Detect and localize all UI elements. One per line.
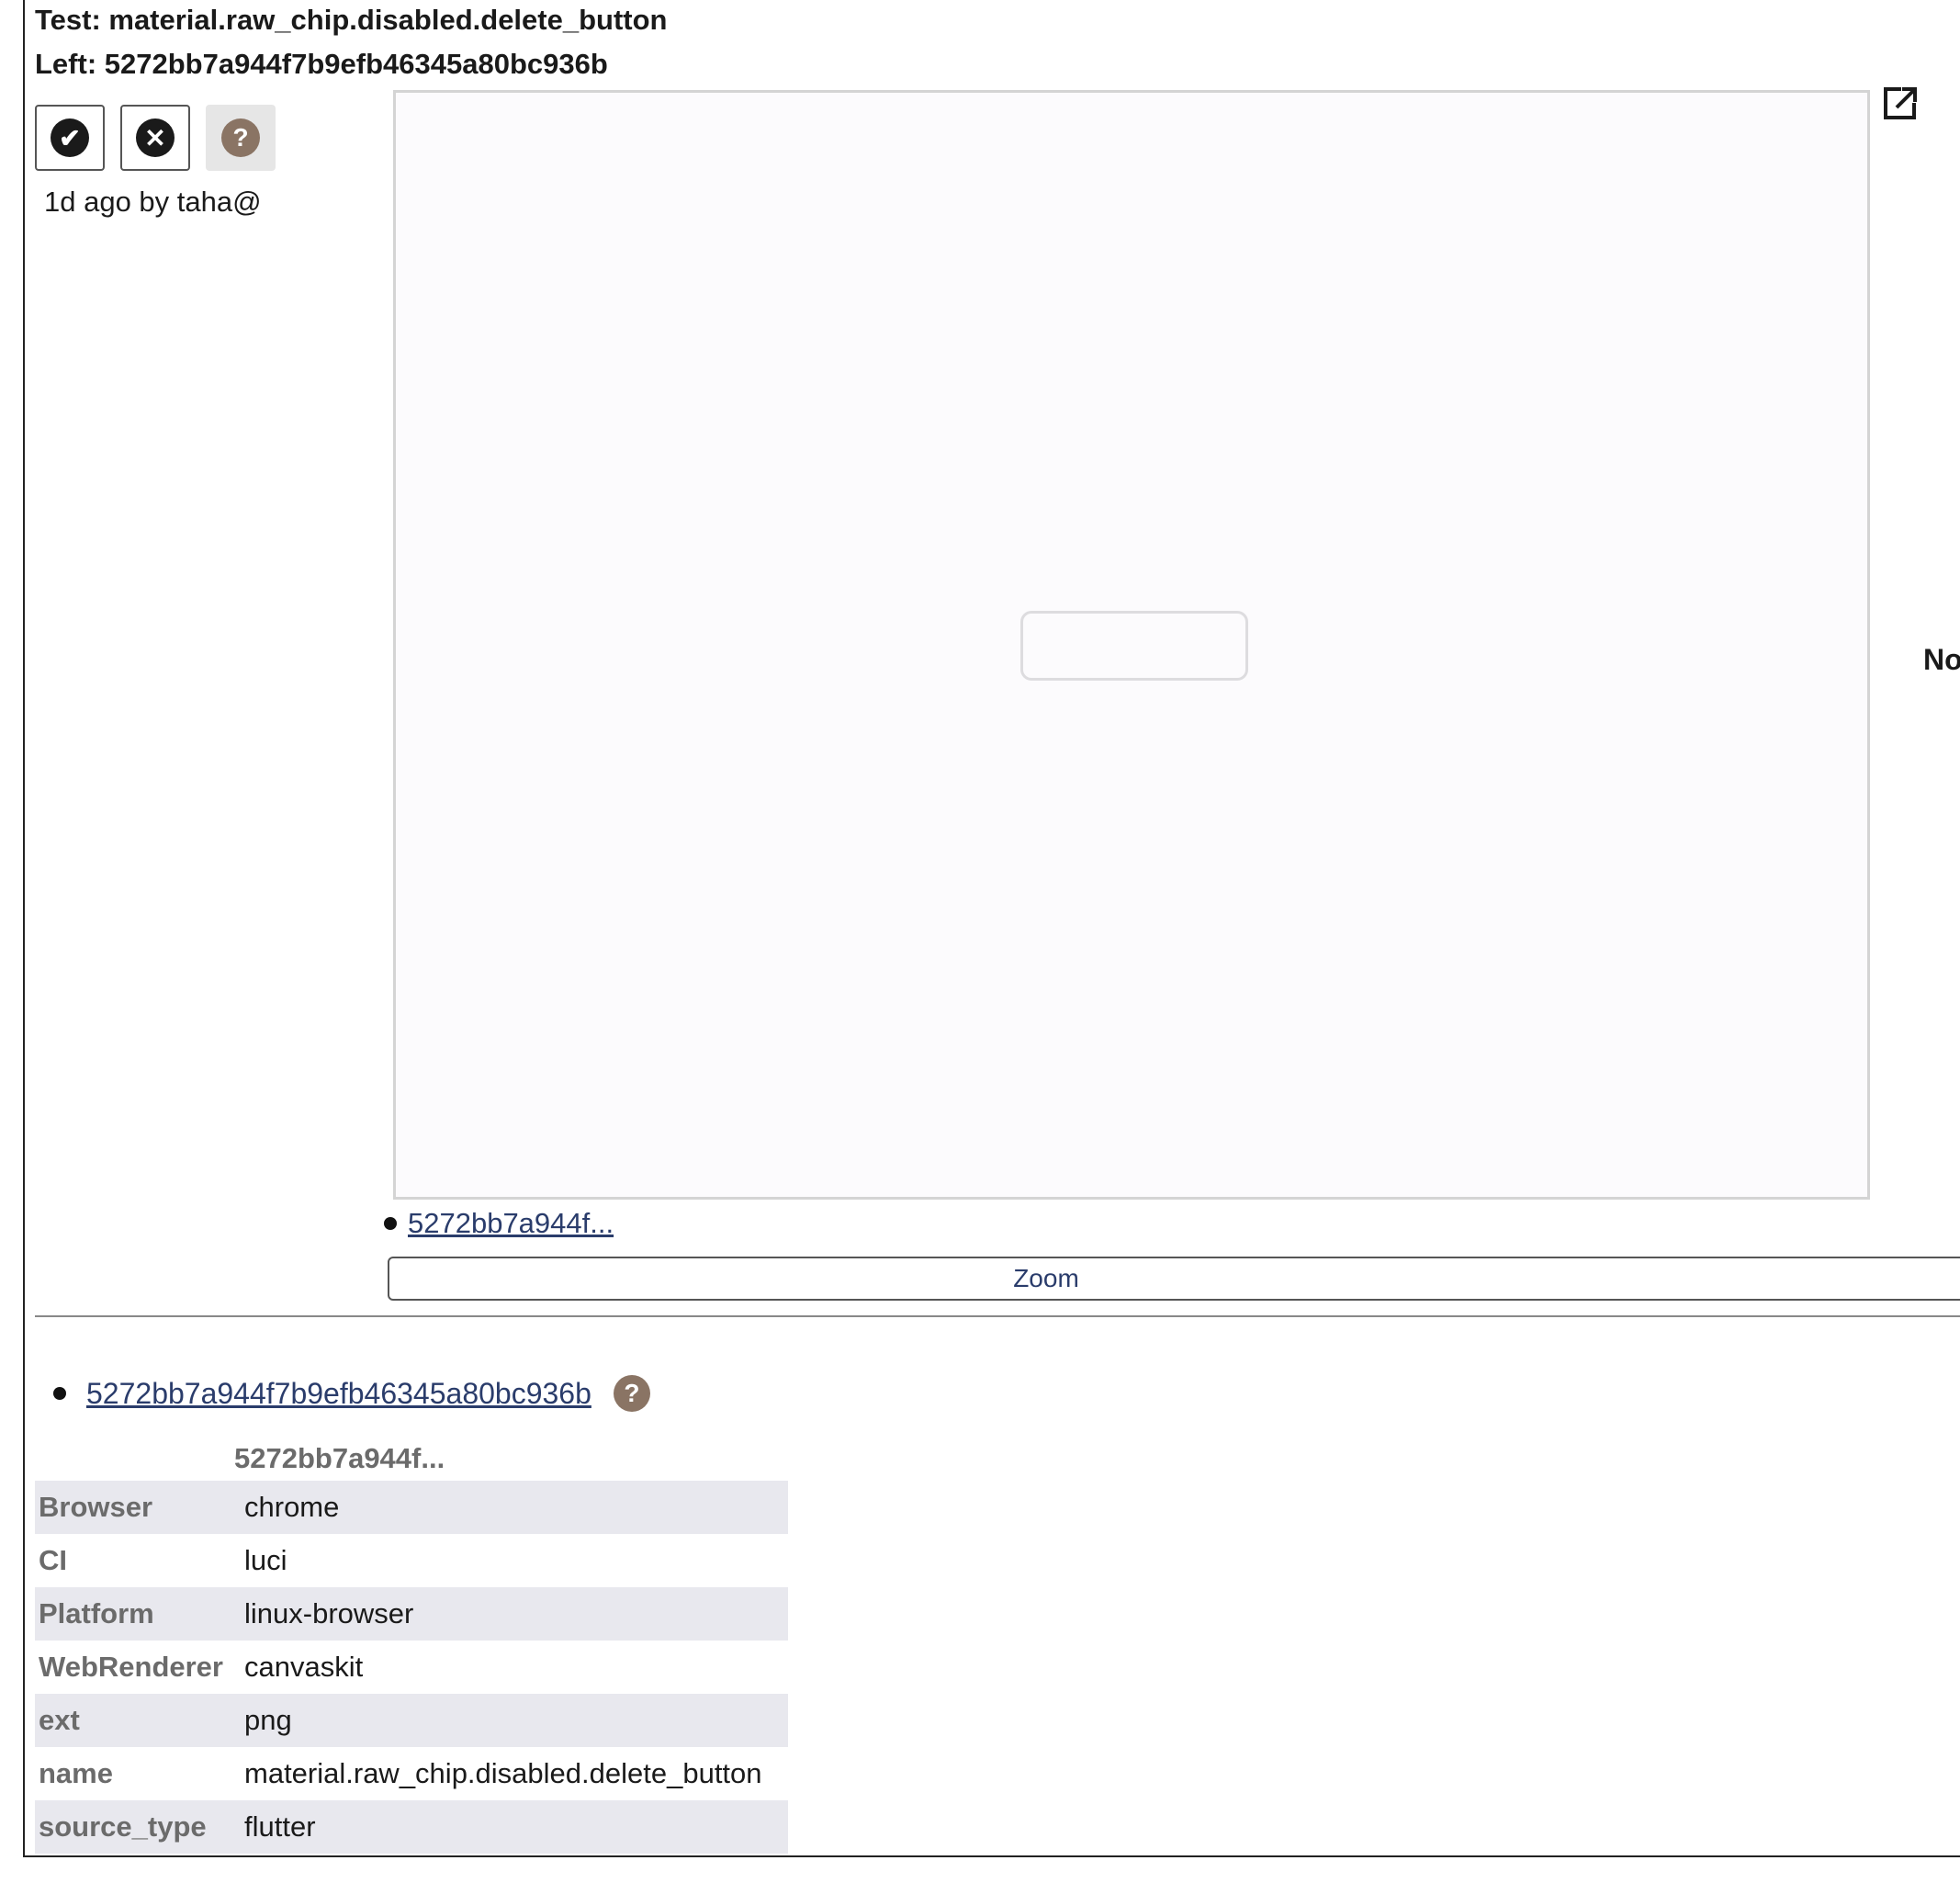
left-digest-title: Left: 5272bb7a944f7b9efb46345a80bc936b: [35, 48, 608, 80]
digest-list-item: 5272bb7a944f...: [384, 1207, 614, 1240]
help-circle-icon: ?: [221, 118, 260, 157]
table-row: ext png: [35, 1694, 788, 1747]
digest-short-link[interactable]: 5272bb7a944f...: [408, 1207, 614, 1240]
triage-negative-button[interactable]: ✕: [120, 105, 190, 171]
bullet-icon: [53, 1387, 66, 1400]
table-row: Platform linux-browser: [35, 1587, 788, 1641]
param-value: png: [241, 1694, 788, 1747]
param-key: Browser: [35, 1481, 241, 1534]
param-key: Platform: [35, 1587, 241, 1641]
table-row: source_type flutter: [35, 1800, 788, 1854]
param-value: canvaskit: [244, 1651, 364, 1683]
open-in-new-icon[interactable]: [1883, 85, 1920, 121]
section-divider: [35, 1315, 1960, 1317]
triage-history: 1d ago by taha@: [44, 186, 262, 218]
digest-full-link[interactable]: 5272bb7a944f7b9efb46345a80bc936b: [86, 1377, 591, 1411]
param-value: flutter: [241, 1800, 788, 1854]
bullet-icon: [384, 1217, 397, 1230]
param-value: luci: [244, 1544, 287, 1576]
triage-untriaged-button[interactable]: ?: [206, 105, 276, 171]
digest-detail-item: 5272bb7a944f7b9efb46345a80bc936b ?: [53, 1375, 650, 1412]
test-title: Test: material.raw_chip.disabled.delete_…: [35, 4, 668, 36]
chip-image-content: [1020, 611, 1248, 681]
close-circle-icon: ✕: [136, 118, 175, 157]
right-panel-partial-text: No: [1923, 643, 1960, 676]
param-value: material.raw_chip.disabled.delete_button: [244, 1757, 762, 1789]
table-row: Browser chrome: [35, 1481, 788, 1534]
param-value: linux-browser: [241, 1587, 788, 1641]
param-key: WebRenderer: [39, 1651, 223, 1683]
table-row: name material.raw_chip.disabled.delete_b…: [35, 1747, 788, 1800]
params-table: 5272bb7a944f... Browser chrome CI luci P…: [35, 1440, 788, 1854]
zoom-button[interactable]: Zoom: [388, 1257, 1960, 1301]
param-key: name: [39, 1757, 113, 1789]
param-key: CI: [39, 1544, 67, 1576]
params-column-header: 5272bb7a944f...: [234, 1442, 445, 1474]
check-circle-icon: ✔: [51, 118, 89, 157]
param-key: source_type: [35, 1800, 241, 1854]
table-row: WebRenderer canvaskit: [35, 1641, 788, 1694]
triage-positive-button[interactable]: ✔: [35, 105, 105, 171]
table-row: CI luci: [35, 1534, 788, 1587]
help-icon[interactable]: ?: [613, 1375, 650, 1412]
digest-image-preview[interactable]: [393, 90, 1870, 1200]
param-value: chrome: [241, 1481, 788, 1534]
param-key: ext: [35, 1694, 241, 1747]
